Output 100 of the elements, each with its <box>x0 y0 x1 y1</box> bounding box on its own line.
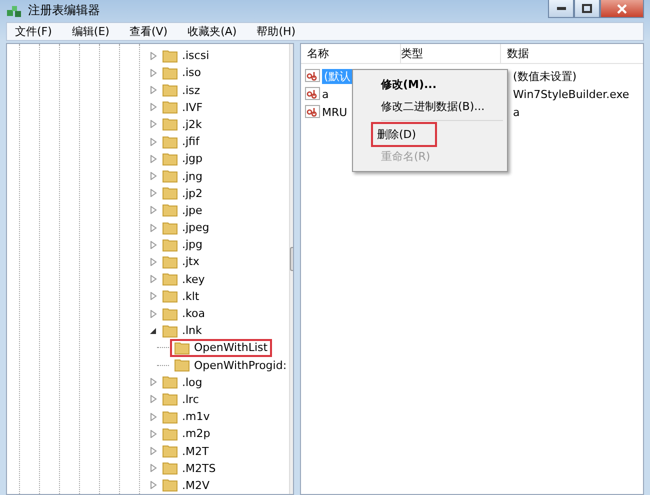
tree-item[interactable]: .isz <box>160 83 202 98</box>
tree-item[interactable]: .jng <box>160 169 205 184</box>
tree-item[interactable]: .jp2 <box>160 186 205 200</box>
tree-item[interactable]: .iscsi <box>160 48 212 63</box>
folder-icon <box>162 238 178 252</box>
tree-item[interactable]: .M2V <box>160 478 212 492</box>
value-name[interactable]: MRU <box>322 106 348 119</box>
folder-icon <box>162 375 178 390</box>
maximize-button[interactable] <box>574 0 600 18</box>
expand-icon[interactable] <box>150 68 157 77</box>
string-value-icon <box>305 105 320 120</box>
folder-icon <box>162 169 178 184</box>
tree-item[interactable]: .jtx <box>160 254 202 269</box>
menu-item[interactable]: 帮助(H) <box>256 24 296 39</box>
tree-item[interactable]: OpenWithProgid: <box>172 358 289 372</box>
menu-item[interactable]: 文件(F) <box>15 24 52 39</box>
value-data: a <box>512 106 521 119</box>
expand-icon[interactable] <box>150 138 157 146</box>
folder-icon <box>162 48 178 63</box>
expand-icon[interactable] <box>150 378 157 386</box>
tree-item[interactable]: .lnk <box>160 324 204 338</box>
expand-icon[interactable] <box>150 86 157 94</box>
folder-icon <box>174 340 190 355</box>
expand-icon[interactable] <box>150 430 157 438</box>
minimize-icon <box>556 7 566 10</box>
window-title: 注册表编辑器 <box>28 2 100 20</box>
tree-item[interactable]: .koa <box>160 306 207 321</box>
folder-icon <box>162 220 178 235</box>
string-value-icon <box>305 87 320 102</box>
folder-icon <box>162 152 178 166</box>
expand-icon[interactable] <box>150 52 157 60</box>
expand-icon[interactable] <box>150 189 157 198</box>
tree-item[interactable]: .M2TS <box>160 461 218 476</box>
tree-item[interactable]: .jpg <box>160 238 205 252</box>
column-header[interactable]: 类型 <box>401 44 501 64</box>
menu-item[interactable]: 编辑(E) <box>72 24 110 39</box>
tree-item[interactable]: .M2T <box>160 444 211 458</box>
folder-icon <box>162 66 178 80</box>
folder-icon <box>162 426 178 441</box>
folder-icon <box>162 461 178 476</box>
tree-item[interactable]: .lrc <box>160 392 201 406</box>
expand-icon[interactable] <box>150 275 157 284</box>
value-name[interactable]: a <box>322 88 329 101</box>
maximize-icon <box>582 4 592 13</box>
menu-item[interactable]: 收藏夹(A) <box>188 24 237 39</box>
collapse-icon[interactable] <box>150 326 157 335</box>
close-icon <box>617 4 627 14</box>
folder-icon <box>162 478 178 492</box>
folder-icon <box>162 117 178 132</box>
folder-icon <box>162 306 178 321</box>
close-button[interactable] <box>600 0 644 18</box>
expand-icon[interactable] <box>150 224 157 232</box>
folder-icon <box>174 358 190 372</box>
folder-icon <box>162 100 178 114</box>
tree-item[interactable]: .IVF <box>160 100 205 114</box>
tree-item[interactable]: .log <box>160 375 204 390</box>
tree-item[interactable]: .jpe <box>160 203 204 218</box>
folder-icon <box>162 134 178 149</box>
context-menu-item[interactable]: 删除(D) <box>373 124 435 146</box>
expand-icon[interactable] <box>150 292 157 300</box>
tree-item[interactable]: .klt <box>160 289 202 304</box>
expand-icon[interactable] <box>150 412 157 421</box>
column-header[interactable]: 数据 <box>501 44 643 64</box>
folder-icon <box>162 83 178 98</box>
string-value-icon <box>305 69 320 84</box>
tree-item[interactable]: .key <box>160 272 207 286</box>
expand-icon[interactable] <box>150 395 157 404</box>
value-data: (数值未设置) <box>512 68 578 84</box>
expand-icon[interactable] <box>150 120 157 128</box>
menu-item[interactable]: 查看(V) <box>129 24 168 39</box>
expand-icon[interactable] <box>150 103 157 112</box>
folder-icon <box>162 444 178 458</box>
tree-item[interactable]: .iso <box>160 66 204 80</box>
folder-icon <box>162 186 178 200</box>
tree-item[interactable]: .j2k <box>160 117 204 132</box>
expand-icon[interactable] <box>150 240 157 249</box>
tree-item[interactable]: .m1v <box>160 410 212 424</box>
folder-icon <box>162 410 178 424</box>
expand-icon[interactable] <box>150 464 157 472</box>
folder-icon <box>162 289 178 304</box>
expand-icon[interactable] <box>150 206 157 214</box>
tree-item[interactable]: .jgp <box>160 152 205 166</box>
tree-item[interactable]: .m2p <box>160 426 212 441</box>
tree-item[interactable]: .jpeg <box>160 220 212 235</box>
expand-icon[interactable] <box>150 447 157 456</box>
expand-icon[interactable] <box>150 154 157 163</box>
minimize-button[interactable] <box>548 0 574 18</box>
expand-icon[interactable] <box>150 310 157 318</box>
column-header[interactable]: 名称 <box>301 44 401 64</box>
context-menu-item[interactable]: 修改(M)... <box>357 74 503 96</box>
expand-icon[interactable] <box>150 481 157 490</box>
folder-icon <box>162 254 178 269</box>
folder-icon <box>162 272 178 286</box>
folder-icon <box>162 203 178 218</box>
expand-icon[interactable] <box>150 172 157 180</box>
folder-icon <box>162 392 178 406</box>
context-menu-item[interactable]: 修改二进制数据(B)... <box>357 96 503 118</box>
expand-icon[interactable] <box>150 258 157 266</box>
tree-item[interactable]: OpenWithList <box>172 340 270 355</box>
tree-item[interactable]: .jfif <box>160 134 202 149</box>
